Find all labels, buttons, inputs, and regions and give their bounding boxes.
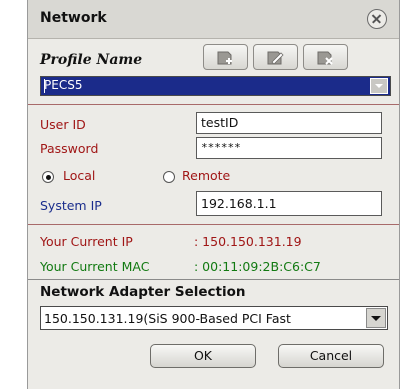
current-mac-value: : 00:11:09:2B:C6:C7 <box>194 259 321 274</box>
adapter-select[interactable]: 150.150.131.19(SiS 900-Based PCI Fast <box>40 306 388 330</box>
current-ip-value: : 150.150.131.19 <box>194 234 302 249</box>
delete-profile-icon <box>317 51 333 65</box>
divider <box>28 224 399 225</box>
network-dialog: Network Profile Name PECS5 User ID testI… <box>27 0 400 389</box>
user-id-label: User ID <box>40 117 86 132</box>
current-ip-label: Your Current IP <box>40 234 133 249</box>
current-mac-label: Your Current MAC <box>40 259 150 274</box>
profile-select-value: PECS5 <box>44 78 83 92</box>
system-ip-label: System IP <box>40 198 102 213</box>
adapter-select-value: 150.150.131.19(SiS 900-Based PCI Fast <box>44 311 291 326</box>
add-profile-button[interactable] <box>203 44 248 70</box>
remote-radio[interactable] <box>163 171 175 183</box>
profile-name-label: Profile Name <box>40 52 143 68</box>
edit-profile-icon <box>267 51 284 65</box>
adapter-section-title: Network Adapter Selection <box>40 284 246 300</box>
ok-button[interactable]: OK <box>150 344 256 368</box>
divider <box>28 104 399 105</box>
local-label: Local <box>63 168 96 183</box>
profile-select[interactable]: PECS5 <box>40 76 391 96</box>
local-radio[interactable] <box>42 171 54 183</box>
remote-label: Remote <box>182 168 231 183</box>
chevron-down-icon[interactable] <box>370 78 388 94</box>
chevron-down-icon[interactable] <box>366 308 386 328</box>
cancel-button[interactable]: Cancel <box>278 344 384 368</box>
close-icon[interactable] <box>367 9 387 29</box>
user-id-field[interactable]: testID <box>196 112 382 134</box>
password-label: Password <box>40 141 99 156</box>
system-ip-field[interactable]: 192.168.1.1 <box>196 191 382 216</box>
add-profile-icon <box>217 51 232 65</box>
edit-profile-button[interactable] <box>253 44 298 70</box>
delete-profile-button[interactable] <box>303 44 348 70</box>
dialog-title: Network <box>40 10 107 26</box>
divider <box>28 279 399 280</box>
password-field[interactable]: ****** <box>196 137 382 159</box>
title-bar: Network <box>28 0 399 39</box>
